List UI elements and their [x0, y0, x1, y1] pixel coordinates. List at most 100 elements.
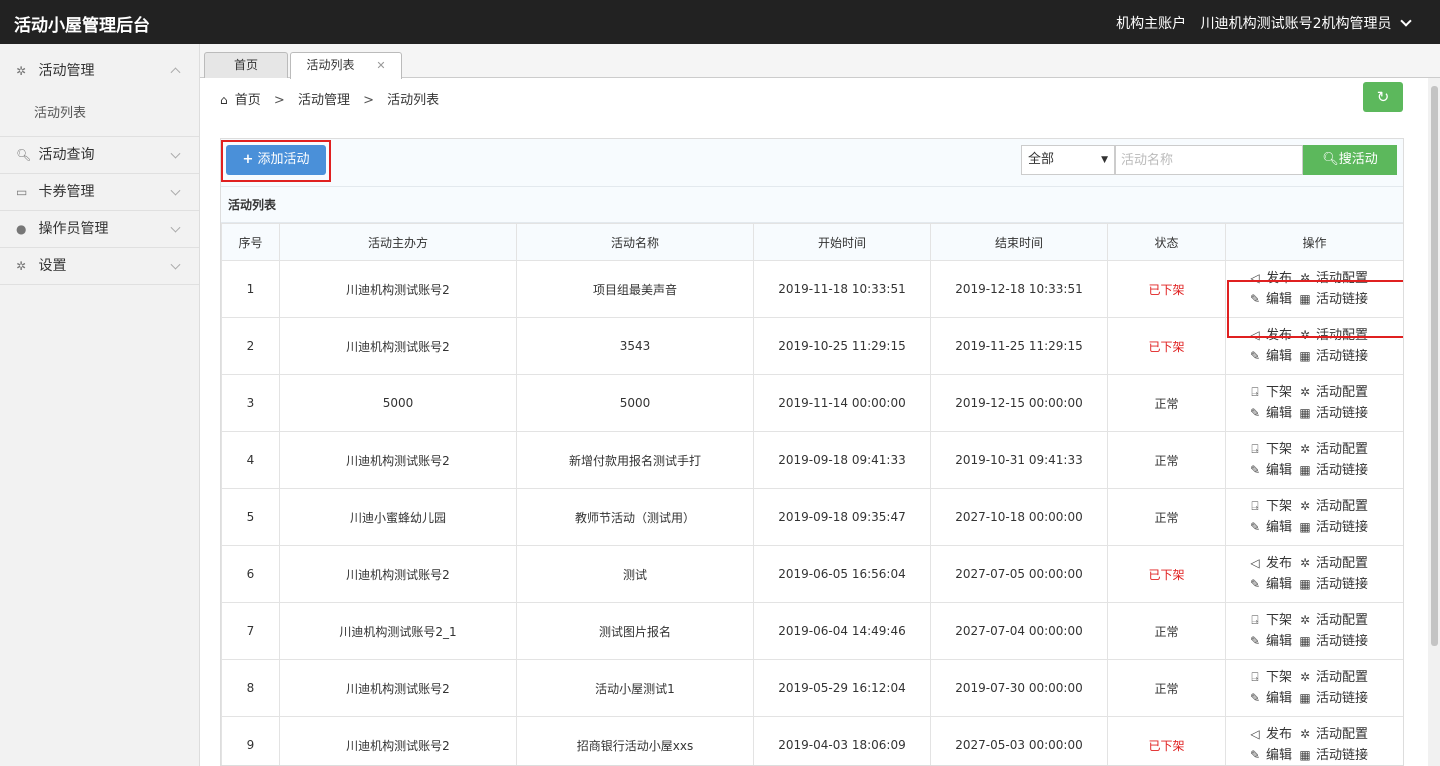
close-icon[interactable]: ✕ [376, 59, 385, 72]
link-button[interactable]: ▦ 活动链接 [1298, 403, 1368, 424]
status-select[interactable]: 全部 ▼ [1021, 145, 1115, 175]
edit-button[interactable]: ✎ 编辑 [1248, 403, 1292, 424]
app-title: 活动小屋管理后台 [14, 16, 150, 36]
cell-name: 项目组最美声音 [516, 260, 754, 318]
action-label: 活动配置 [1316, 385, 1369, 400]
cell-name: 测试图片报名 [516, 602, 754, 660]
cell-name: 3543 [516, 317, 754, 375]
unpublish-button[interactable]: ⍈ 下架 [1248, 610, 1292, 631]
cell-end-time: 2019-07-30 00:00:00 [930, 659, 1108, 717]
link-button[interactable]: ▦ 活动链接 [1298, 574, 1368, 595]
highlight-box [221, 140, 331, 182]
cell-name: 5000 [516, 374, 754, 432]
sidebar-subitem-activity-list[interactable]: 活动列表 [0, 98, 199, 137]
unpublish-button[interactable]: ⍈ 下架 [1248, 382, 1292, 403]
table-row: 9 川迪机构测试账号2 招商银行活动小屋xxs 2019-04-03 18:06:09… [221, 716, 1403, 765]
search-icon: 🔍︎ [16, 148, 32, 162]
action-label: 活动链接 [1316, 406, 1369, 421]
publish-button[interactable]: ◁ 发布 [1248, 553, 1292, 574]
list-title: 活动列表 [221, 187, 1403, 223]
publish-button[interactable]: ◁ 发布 [1248, 724, 1292, 745]
config-button[interactable]: ✲ 活动配置 [1298, 382, 1368, 403]
cell-actions: ◁ 发布 ✲ 活动配置 ✎ 编辑 ▦ 活动链接 [1225, 716, 1403, 765]
pencil-icon: ✎ [1249, 349, 1261, 363]
sidebar-item-activity-management[interactable]: ✲ 活动管理 [0, 44, 199, 98]
link-button[interactable]: ▦ 活动链接 [1298, 517, 1368, 538]
refresh-button[interactable]: ↻ [1363, 82, 1403, 112]
scrollbar-thumb[interactable] [1431, 86, 1438, 646]
breadcrumb-item[interactable]: 首页 [235, 93, 261, 108]
tab-activity-list[interactable]: 活动列表 ✕ [290, 52, 402, 79]
config-button[interactable]: ✲ 活动配置 [1298, 496, 1368, 517]
edit-button[interactable]: ✎ 编辑 [1248, 517, 1292, 538]
cell-actions: ◁ 发布 ✲ 活动配置 ✎ 编辑 ▦ 活动链接 [1225, 545, 1403, 603]
cell-organizer: 川迪机构测试账号2 [279, 716, 517, 765]
pencil-icon: ✎ [1249, 691, 1261, 705]
tab-home[interactable]: 首页 [204, 52, 288, 78]
config-button[interactable]: ✲ 活动配置 [1298, 553, 1368, 574]
unpublish-icon: ⍈ [1251, 613, 1259, 627]
action-label: 活动链接 [1316, 463, 1369, 478]
activity-panel: +添加活动 全部 ▼ 🔍︎搜活动 活动列表 序号 活动主办方 活动名称 [220, 138, 1404, 766]
cell-start-time: 2019-06-04 14:49:46 [753, 602, 931, 660]
link-button[interactable]: ▦ 活动链接 [1298, 460, 1368, 481]
column-header: 结束时间 [930, 223, 1108, 261]
cell-status: 正常 [1107, 431, 1226, 489]
sidebar-item-operator-management[interactable]: ● 操作员管理 [0, 211, 199, 248]
search-button[interactable]: 🔍︎搜活动 [1303, 145, 1397, 175]
edit-button[interactable]: ✎ 编辑 [1248, 574, 1292, 595]
action-label: 活动配置 [1316, 556, 1369, 571]
caret-down-icon: ▼ [1101, 155, 1108, 165]
link-button[interactable]: ▦ 活动链接 [1298, 688, 1368, 709]
cell-end-time: 2027-10-18 00:00:00 [930, 488, 1108, 546]
unpublish-icon: ⍈ [1251, 670, 1259, 684]
search-input[interactable] [1115, 145, 1303, 175]
cell-start-time: 2019-09-18 09:35:47 [753, 488, 931, 546]
link-button[interactable]: ▦ 活动链接 [1298, 745, 1368, 765]
cell-name: 活动小屋测试1 [516, 659, 754, 717]
qrcode-icon: ▦ [1299, 577, 1311, 591]
edit-button[interactable]: ✎ 编辑 [1248, 460, 1292, 481]
cell-actions: ⍈ 下架 ✲ 活动配置 ✎ 编辑 ▦ 活动链接 [1225, 431, 1403, 489]
qrcode-icon: ▦ [1299, 691, 1311, 705]
column-header: 活动名称 [516, 223, 754, 261]
pencil-icon: ✎ [1249, 406, 1261, 420]
sidebar-item-settings[interactable]: ✲ 设置 [0, 248, 199, 285]
cell-no: 7 [221, 602, 280, 660]
edit-button[interactable]: ✎ 编辑 [1248, 745, 1293, 765]
unpublish-button[interactable]: ⍈ 下架 [1248, 439, 1292, 460]
sidebar-item-activity-query[interactable]: 🔍︎ 活动查询 [0, 137, 199, 174]
edit-button[interactable]: ✎ 编辑 [1248, 346, 1292, 367]
link-button[interactable]: ▦ 活动链接 [1298, 346, 1368, 367]
unpublish-button[interactable]: ⍈ 下架 [1248, 667, 1292, 688]
chevron-up-icon [170, 67, 181, 78]
account-menu[interactable]: 机构主账户 川迪机构测试账号2机构管理员 [1116, 13, 1412, 33]
cell-start-time: 2019-10-25 11:29:15 [753, 317, 931, 375]
cell-start-time: 2019-05-29 16:12:04 [753, 659, 931, 717]
column-header: 操作 [1225, 223, 1403, 261]
sidebar-item-coupon-management[interactable]: ▭ 卡券管理 [0, 174, 199, 211]
link-button[interactable]: ▦ 活动链接 [1298, 631, 1368, 652]
cell-name: 测试 [516, 545, 754, 603]
action-label: 活动链接 [1316, 634, 1369, 649]
card-icon: ▭ [16, 185, 28, 199]
config-button[interactable]: ✲ 活动配置 [1298, 439, 1368, 460]
action-label: 编辑 [1266, 520, 1293, 535]
edit-button[interactable]: ✎ 编辑 [1248, 688, 1292, 709]
status-select-value: 全部 [1028, 152, 1055, 167]
column-header: 活动主办方 [279, 223, 517, 261]
config-button[interactable]: ✲ 活动配置 [1298, 610, 1368, 631]
cell-status: 正常 [1107, 488, 1226, 546]
edit-button[interactable]: ✎ 编辑 [1248, 631, 1292, 652]
sidebar-item-label: 操作员管理 [38, 221, 109, 237]
cell-no: 6 [221, 545, 280, 603]
config-button[interactable]: ✲ 活动配置 [1298, 667, 1368, 688]
action-label: 活动链接 [1316, 691, 1369, 706]
cell-status: 已下架 [1107, 716, 1226, 765]
table-row: 3 5000 5000 2019-11-14 00:00:00 2019-12-15 0… [221, 374, 1403, 432]
config-button[interactable]: ✲ 活动配置 [1298, 724, 1368, 745]
breadcrumb-item[interactable]: 活动管理 [298, 93, 350, 108]
tab-bar: 首页 活动列表 ✕ [200, 44, 1440, 79]
action-label: 编辑 [1266, 748, 1293, 763]
unpublish-button[interactable]: ⍈ 下架 [1248, 496, 1292, 517]
